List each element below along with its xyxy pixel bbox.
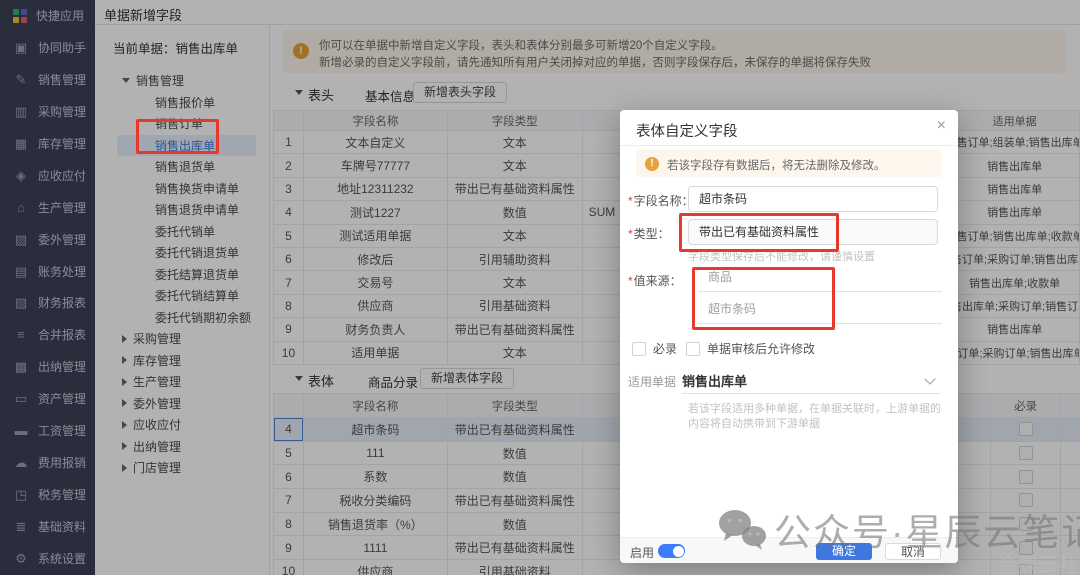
field-type-helper: 字段类型保存后不能修改，请谨慎设置 [688, 251, 875, 263]
apply-docs-underline [682, 393, 940, 394]
modal-footer: 启用 确定 取消 [620, 537, 958, 563]
annotation-box-tree [136, 119, 219, 154]
checkbox-icon[interactable] [632, 341, 646, 356]
modal-title: 表体自定义字段 [636, 124, 738, 140]
field-name-input[interactable]: 超市条码 [688, 186, 938, 212]
app-root: 快捷应用 ▣ 协同助手 ✎ 销售管理 ▥ 采购管理 ▦ 库存管理 ◈ 应收应付 … [0, 0, 1080, 575]
chevron-down-icon[interactable] [924, 373, 936, 385]
value-source-label: *值来源： [628, 274, 682, 288]
apply-docs-helper: 若该字段适用多种单据，在单据关联时，上游单据的内容将自动携带到下游单据 [688, 403, 941, 430]
modal-header: 表体自定义字段 × [620, 110, 958, 146]
annotation-box-type [679, 213, 839, 252]
required-checkbox-label: 必录 [653, 342, 678, 356]
apply-docs-label: 适用单据 [628, 375, 677, 389]
enable-toggle[interactable] [658, 544, 685, 558]
apply-docs-value[interactable]: 销售出库单 [682, 371, 747, 390]
editable-after-audit-label: 单据审核后允许修改 [707, 342, 816, 356]
annotation-box-source [692, 267, 835, 330]
field-name-label: *字段名称： [628, 194, 694, 208]
required-checkbox-option[interactable]: 必录 [632, 340, 677, 357]
modal-warning: ! 若该字段存有数据后，将无法删除及修改。 [636, 150, 942, 177]
warning-icon: ! [645, 156, 659, 171]
close-icon[interactable]: × [937, 118, 946, 134]
confirm-button[interactable]: 确定 [816, 543, 872, 560]
field-type-label: *类型： [628, 227, 670, 241]
enable-label: 启用 [630, 546, 655, 560]
editable-after-audit-checkbox-option[interactable]: 单据审核后允许修改 [686, 340, 815, 357]
checkbox-icon[interactable] [686, 341, 700, 356]
modal-table-body-custom-field: 表体自定义字段 × ! 若该字段存有数据后，将无法删除及修改。 *字段名称： 超… [620, 110, 958, 563]
cancel-button[interactable]: 取消 [885, 543, 941, 560]
modal-warning-text: 若该字段存有数据后，将无法删除及修改。 [667, 160, 886, 172]
